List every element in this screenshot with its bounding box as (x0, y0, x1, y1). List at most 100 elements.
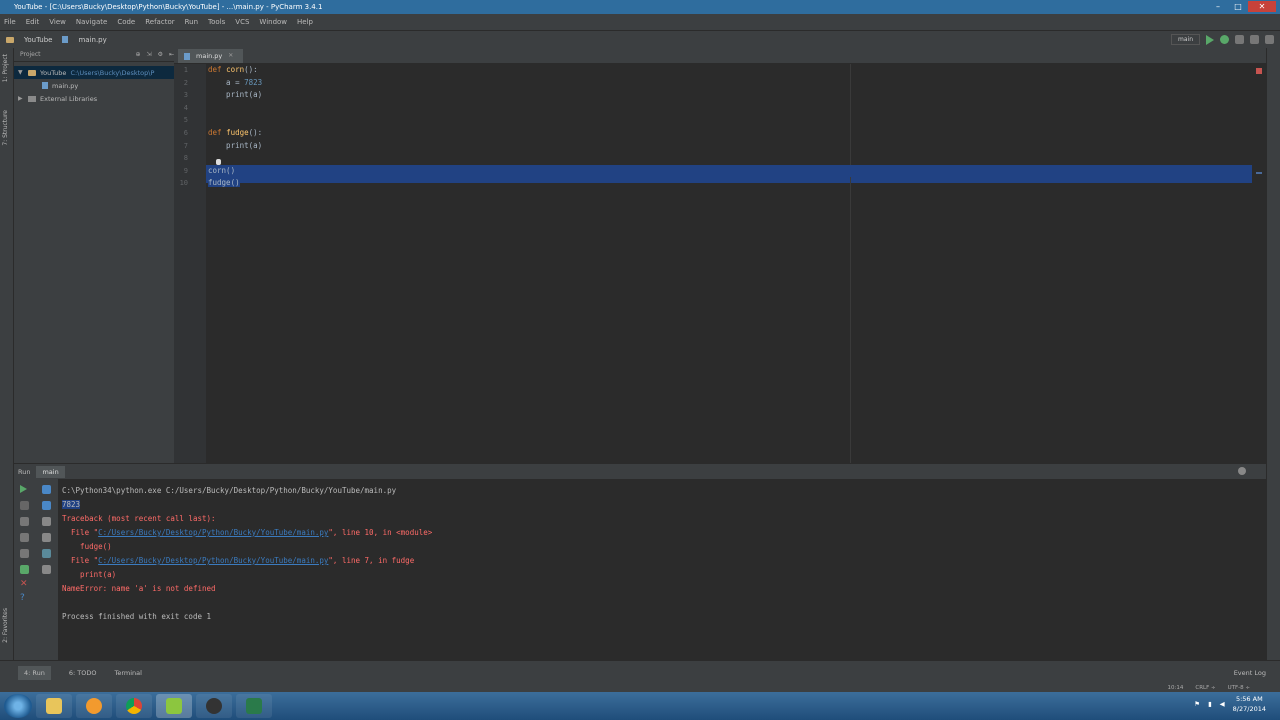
gear-icon[interactable]: ⚙ (158, 51, 163, 58)
taskbar-pycharm[interactable] (156, 694, 192, 718)
menu-window[interactable]: Window (259, 18, 287, 26)
console-traceback-code: fudge() (62, 542, 112, 551)
menu-vcs[interactable]: VCS (235, 18, 249, 26)
menu-edit[interactable]: Edit (26, 18, 40, 26)
project-view-select[interactable]: Project (20, 51, 41, 58)
number-literal: 7823 (244, 77, 263, 87)
print-icon[interactable] (42, 549, 51, 558)
breadcrumb-file[interactable]: main.py (78, 36, 106, 44)
breadcrumb-project[interactable]: YouTube (24, 36, 52, 44)
menu-run[interactable]: Run (185, 18, 198, 26)
line-separator[interactable]: CRLF ÷ (1195, 685, 1215, 691)
tree-item-external-libraries[interactable]: ▶ External Libraries (14, 92, 174, 105)
start-button[interactable] (4, 694, 32, 718)
run-console[interactable]: C:\Python34\python.exe C:/Users/Bucky/De… (58, 479, 1252, 660)
dump-threads-icon[interactable] (20, 549, 29, 558)
line-number: 8 (183, 154, 188, 163)
tool-window-todo[interactable]: 6: TODO (69, 669, 97, 677)
pin-icon[interactable] (20, 565, 29, 574)
network-icon[interactable]: ▮ (1208, 700, 1212, 708)
settings-icon[interactable] (1250, 35, 1259, 44)
taskbar-chrome[interactable] (116, 694, 152, 718)
selection-marker[interactable] (1256, 172, 1262, 174)
clear-all-icon[interactable] (42, 565, 51, 574)
close-button[interactable]: ✕ (1248, 1, 1276, 12)
expand-arrow-icon[interactable]: ▼ (18, 69, 24, 76)
inspection-status-icon[interactable] (1256, 68, 1262, 74)
close-tab-icon[interactable]: ✕ (228, 49, 233, 63)
editor-tab-main[interactable]: main.py ✕ (178, 49, 244, 63)
search-everywhere-icon[interactable] (1265, 35, 1274, 44)
tab-project[interactable]: 1: Project (2, 54, 9, 82)
code-line-2: a = 7823 (206, 77, 1252, 90)
python-file-icon (62, 36, 69, 43)
tool-window-terminal[interactable]: Terminal (114, 669, 141, 677)
project-toolbar: Project ⊕ ⇲ ⚙ ⇤ (14, 48, 174, 62)
collapse-icon[interactable]: ⇲ (147, 51, 152, 58)
tab-favorites[interactable]: 2: Favorites (2, 608, 9, 643)
soft-wrap-icon[interactable] (42, 517, 51, 526)
maximize-button[interactable]: □ (1228, 1, 1248, 12)
expand-arrow-icon[interactable]: ▶ (18, 95, 24, 102)
sync-icon[interactable]: ⊕ (136, 51, 141, 58)
flag-icon[interactable]: ⚑ (1194, 700, 1200, 708)
console-traceback-header: Traceback (most recent call last): (62, 514, 216, 523)
tab-structure[interactable]: 7: Structure (2, 110, 9, 146)
pycharm-icon (166, 698, 182, 714)
menu-view[interactable]: View (49, 18, 66, 26)
menu-file[interactable]: File (4, 18, 16, 26)
line-number: 10 (179, 179, 188, 188)
run-icon[interactable] (1206, 34, 1214, 45)
code-editor[interactable]: def corn(): a = 7823 print(a) def fudge(… (206, 64, 1252, 463)
file-encoding[interactable]: UTF-8 ÷ (1228, 685, 1250, 691)
scroll-to-end-icon[interactable] (42, 533, 51, 542)
scroll-down-icon[interactable] (42, 501, 51, 510)
minimize-button[interactable]: – (1208, 1, 1228, 12)
taskbar-app[interactable] (196, 694, 232, 718)
restore-layout-icon[interactable] (20, 533, 29, 542)
menu-tools[interactable]: Tools (208, 18, 225, 26)
tree-label: main.py (52, 81, 79, 90)
coverage-icon[interactable] (1235, 35, 1244, 44)
python-file-icon (184, 52, 190, 60)
code-line-7: print(a) (208, 140, 263, 150)
taskbar-media-player[interactable] (76, 694, 112, 718)
clock[interactable]: 5:56 AM 8/27/2014 (1233, 694, 1266, 714)
editor-tab-label: main.py (196, 52, 223, 60)
console-blank (62, 596, 1252, 610)
menu-code[interactable]: Code (117, 18, 135, 26)
volume-icon[interactable]: ◀ (1220, 700, 1225, 708)
menu-help[interactable]: Help (297, 18, 313, 26)
function-name: corn (226, 65, 245, 74)
tool-window-bar: 4: Run 6: TODO Terminal Event Log (0, 660, 1280, 684)
console-file-link[interactable]: C:/Users/Bucky/Desktop/Python/Bucky/YouT… (98, 556, 328, 565)
scroll-up-icon[interactable] (42, 485, 51, 494)
console-file-link[interactable]: C:/Users/Bucky/Desktop/Python/Bucky/YouT… (98, 528, 328, 537)
console-text: ", line 10, in <module> (328, 528, 433, 537)
menu-refactor[interactable]: Refactor (145, 18, 174, 26)
menu-navigate[interactable]: Navigate (76, 18, 107, 26)
gear-icon[interactable] (1238, 467, 1246, 475)
tree-item-file[interactable]: main.py (14, 79, 174, 92)
line-number: 9 (183, 166, 188, 175)
help-icon[interactable]: ? (20, 593, 29, 603)
line-number-gutter: 1 2 3 4 5 6 7 8 9 10 (174, 64, 206, 463)
close-icon[interactable]: ✕ (20, 579, 29, 589)
console-text: ", line 7, in fudge (328, 556, 415, 565)
error-stripe[interactable] (1252, 64, 1266, 463)
run-tab-main[interactable]: main (36, 465, 65, 478)
rerun-icon[interactable] (20, 485, 27, 493)
taskbar-explorer[interactable] (36, 694, 72, 718)
run-configuration-select[interactable]: main (1171, 34, 1200, 45)
tool-window-event-log[interactable]: Event Log (1234, 669, 1266, 677)
project-tree: ▼ YouTube C:\Users\Bucky\Desktop\P main.… (14, 62, 174, 105)
debug-icon[interactable] (1220, 35, 1229, 44)
cursor-position[interactable]: 10:14 (1168, 685, 1184, 691)
tree-item-project[interactable]: ▼ YouTube C:\Users\Bucky\Desktop\P (14, 66, 174, 79)
code-line-10: fudge() (206, 177, 1252, 190)
taskbar-app-2[interactable] (236, 694, 272, 718)
pause-icon[interactable] (20, 517, 29, 526)
stop-icon[interactable] (20, 501, 29, 510)
tool-window-run[interactable]: 4: Run (18, 665, 51, 680)
